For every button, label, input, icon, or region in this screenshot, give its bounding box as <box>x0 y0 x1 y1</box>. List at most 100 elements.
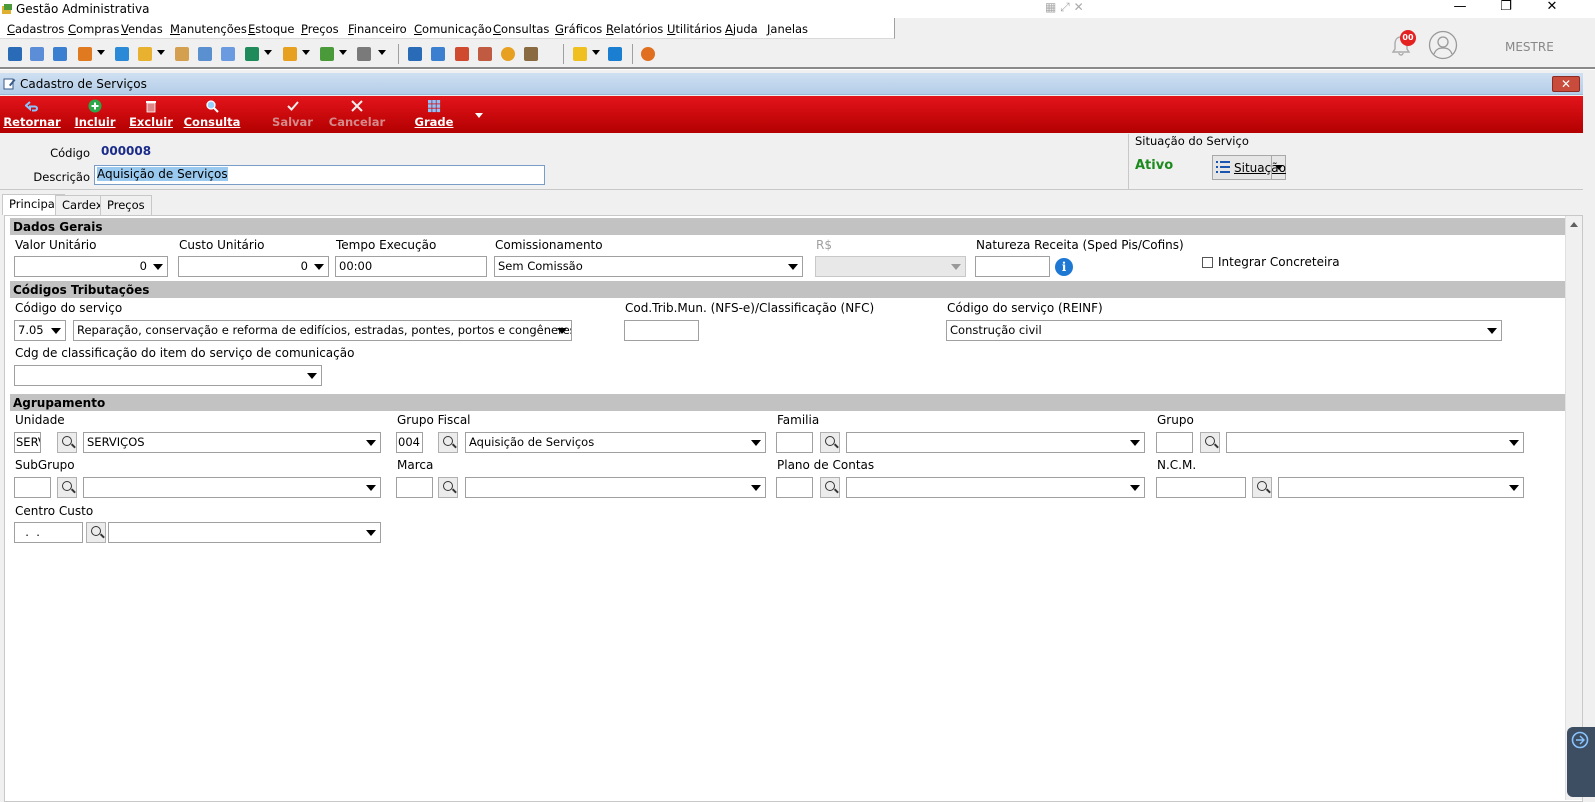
chevron-down-icon[interactable] <box>366 530 376 536</box>
chevron-down-icon[interactable] <box>1487 328 1497 334</box>
chevron-down-icon[interactable] <box>51 328 61 334</box>
star-icon[interactable] <box>573 47 587 61</box>
excluir-button[interactable]: Excluir <box>126 96 176 133</box>
menu-financeiro[interactable]: Financeiro <box>348 22 407 36</box>
calculator-icon[interactable] <box>431 47 445 61</box>
grupo-fiscal-search-icon[interactable] <box>438 432 458 453</box>
chevron-down-icon[interactable] <box>264 50 272 55</box>
menu-utilitarios[interactable]: Utilitários <box>667 22 722 36</box>
remote-support-widget[interactable] <box>1567 727 1595 797</box>
centro-custo-select[interactable] <box>108 522 381 543</box>
agenda-icon[interactable] <box>455 47 469 61</box>
menu-cadastros[interactable]: Cadastros <box>7 22 64 36</box>
subgrupo-select[interactable] <box>83 477 381 498</box>
money-icon[interactable] <box>115 47 129 61</box>
chevron-down-icon[interactable] <box>97 50 105 55</box>
id-card-icon[interactable] <box>221 47 235 61</box>
rs-select[interactable] <box>815 256 966 277</box>
chevron-down-icon[interactable] <box>366 485 376 491</box>
grade-button[interactable]: Grade <box>410 96 458 133</box>
menu-compras[interactable]: Compras <box>68 22 119 36</box>
bank-icon[interactable] <box>198 47 212 61</box>
chevron-down-icon[interactable] <box>378 50 386 55</box>
natureza-receita-input[interactable] <box>975 256 1050 277</box>
consulta-button[interactable]: Consulta <box>182 96 242 133</box>
chevron-down-icon[interactable] <box>153 264 163 270</box>
report-icon[interactable] <box>524 47 538 61</box>
truck-icon[interactable] <box>320 47 334 61</box>
power-icon[interactable] <box>641 47 655 61</box>
subgrupo-code-input[interactable] <box>14 477 51 498</box>
chevron-down-icon[interactable] <box>157 50 165 55</box>
menu-ajuda[interactable]: Ajuda <box>725 22 758 36</box>
box-icon[interactable] <box>138 47 152 61</box>
clients-icon[interactable] <box>8 47 22 61</box>
salvar-button[interactable]: Salvar <box>265 96 320 133</box>
grupo-fiscal-select[interactable]: Aquisição de Serviços <box>465 432 766 453</box>
chevron-down-icon[interactable] <box>557 328 567 334</box>
info-icon[interactable] <box>608 47 622 61</box>
chevron-down-icon[interactable] <box>1130 440 1140 446</box>
grupo-select[interactable] <box>1226 432 1524 453</box>
comissionamento-select[interactable]: Sem Comissão <box>494 256 803 277</box>
chevron-down-icon[interactable] <box>366 440 376 446</box>
chevron-down-icon[interactable] <box>1275 165 1283 170</box>
reinf-select[interactable]: Construção civil <box>946 320 1502 341</box>
retornar-button[interactable]: Retornar <box>3 96 61 133</box>
close-form-button[interactable]: ✕ <box>1552 76 1580 92</box>
centro-custo-search-icon[interactable] <box>86 522 106 543</box>
integrar-concreteira-checkbox[interactable] <box>1202 257 1213 268</box>
menu-precos[interactable]: Preços <box>301 22 339 36</box>
chevron-down-icon[interactable] <box>951 264 961 270</box>
grupo-code-input[interactable] <box>1156 432 1193 453</box>
descricao-input[interactable]: Aquisição de Serviços <box>94 165 545 185</box>
chevron-down-icon[interactable] <box>751 485 761 491</box>
ncm-select[interactable] <box>1278 477 1524 498</box>
incluir-button[interactable]: Incluir <box>70 96 120 133</box>
menu-consultas[interactable]: Consultas <box>493 22 549 36</box>
ncm-code-input[interactable] <box>1156 477 1246 498</box>
menu-janelas[interactable]: Janelas <box>767 22 808 36</box>
unidade-search-icon[interactable] <box>57 432 77 453</box>
restore-button[interactable]: ❐ <box>1483 0 1529 16</box>
unidade-select[interactable]: SERVIÇOS <box>83 432 381 453</box>
menu-vendas[interactable]: Vendas <box>121 22 163 36</box>
printer-icon[interactable] <box>357 47 371 61</box>
folder-icon[interactable] <box>283 47 297 61</box>
calendar-icon[interactable] <box>408 47 422 61</box>
familia-search-icon[interactable] <box>820 432 840 453</box>
codigo-servico-desc-select[interactable]: Reparação, conservação e reforma de edif… <box>73 320 572 341</box>
custo-unitario-input[interactable]: 0 <box>178 256 329 277</box>
plano-contas-code-input[interactable] <box>776 477 813 498</box>
unidade-code-input[interactable]: SERV <box>14 432 41 453</box>
chevron-down-icon[interactable] <box>1509 440 1519 446</box>
marca-code-input[interactable] <box>396 477 433 498</box>
person-icon[interactable] <box>175 47 189 61</box>
valor-unitario-input[interactable]: 0 <box>14 256 168 277</box>
chevron-down-icon[interactable] <box>339 50 347 55</box>
cart-icon[interactable] <box>245 47 259 61</box>
menu-relatorios[interactable]: Relatórios <box>606 22 663 36</box>
chevron-down-icon[interactable] <box>592 50 600 55</box>
list-icon[interactable] <box>78 47 92 61</box>
chevron-down-icon[interactable] <box>307 373 317 379</box>
subgrupo-search-icon[interactable] <box>57 477 77 498</box>
chevron-down-icon[interactable] <box>314 264 324 270</box>
menu-estoque[interactable]: Estoque <box>248 22 294 36</box>
users-icon[interactable] <box>30 47 44 61</box>
menu-comunicacao[interactable]: Comunicação <box>414 22 492 36</box>
grupo-search-icon[interactable] <box>1200 432 1220 453</box>
chevron-down-icon[interactable] <box>788 264 798 270</box>
marca-select[interactable] <box>465 477 766 498</box>
info-icon[interactable]: i <box>1055 258 1073 276</box>
familia-code-input[interactable] <box>776 432 813 453</box>
chevron-down-icon[interactable] <box>302 50 310 55</box>
coins-icon[interactable] <box>501 47 515 61</box>
card-icon[interactable] <box>53 47 67 61</box>
cancelar-button[interactable]: Cancelar <box>326 96 388 133</box>
centro-custo-code-input[interactable]: . . <box>14 522 83 543</box>
familia-select[interactable] <box>846 432 1145 453</box>
situacao-button[interactable]: Situação <box>1212 155 1286 180</box>
marca-search-icon[interactable] <box>438 477 458 498</box>
close-window-button[interactable]: ✕ <box>1529 0 1575 16</box>
